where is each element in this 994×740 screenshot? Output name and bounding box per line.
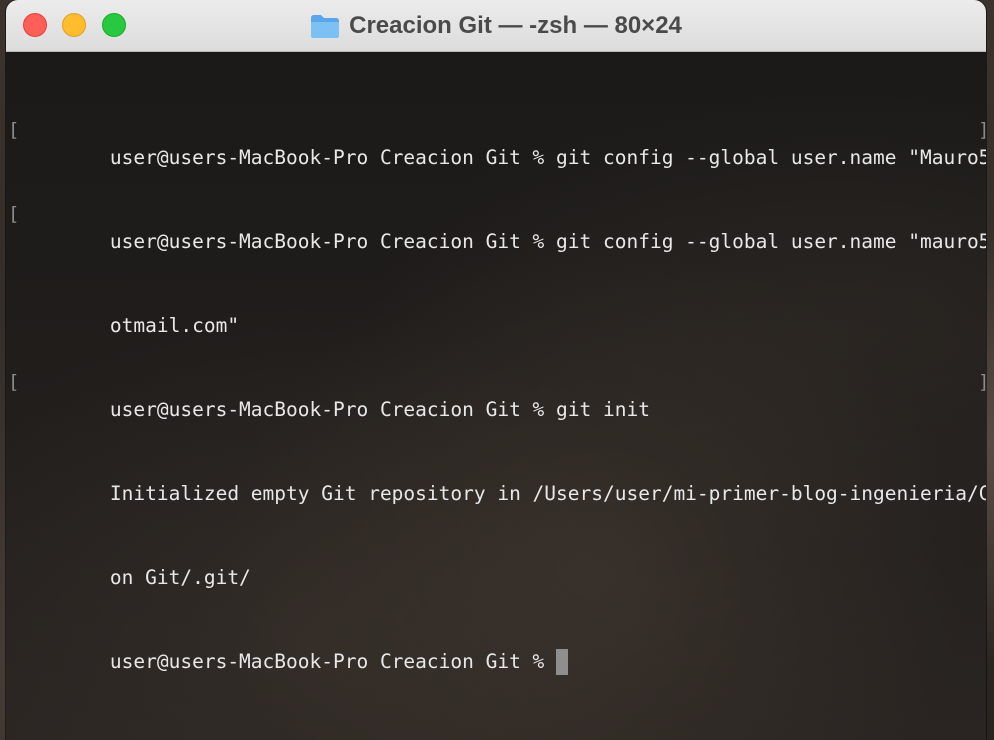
terminal-window: Creacion Git — -zsh — 80×24 [ user@users-… [6,0,986,740]
terminal-content-area[interactable]: [ user@users-MacBook-Pro Creacion Git % g… [6,52,986,740]
mark-bracket-icon: ] [978,368,986,396]
mark-bracket-icon: [ [8,203,20,225]
terminal-line: [ user@users-MacBook-Pro Creacion Git % g… [8,368,986,421]
output-text: on Git/.git/ [109,566,251,589]
command-text: user@users-MacBook-Pro Creacion Git % gi… [109,146,986,169]
terminal-prompt-line[interactable]: user@users-MacBook-Pro Creacion Git % [16,620,976,675]
mark-bracket-icon: [ [8,371,20,393]
command-text: otmail.com" [109,314,240,337]
title-bar[interactable]: Creacion Git — -zsh — 80×24 [6,0,986,52]
output-text: Initialized empty Git repository in /Use… [109,482,986,505]
window-title: Creacion Git — -zsh — 80×24 [349,12,682,39]
folder-icon [310,13,340,39]
terminal-line: on Git/.git/ [16,536,976,589]
terminal-output: [ user@users-MacBook-Pro Creacion Git % g… [8,60,986,704]
text-cursor [556,649,569,675]
mark-bracket-icon: ] [978,116,986,144]
terminal-line: Initialized empty Git repository in /Use… [16,452,986,505]
command-text: user@users-MacBook-Pro Creacion Git % gi… [109,230,986,253]
command-text: user@users-MacBook-Pro Creacion Git % gi… [109,398,650,421]
prompt-text: user@users-MacBook-Pro Creacion Git % [109,650,557,673]
window-title-area: Creacion Git — -zsh — 80×24 [6,0,986,52]
terminal-line: otmail.com" [16,284,976,337]
terminal-line: [ user@users-MacBook-Pro Creacion Git % g… [8,116,986,169]
terminal-line: [ user@users-MacBook-Pro Creacion Git % g… [8,200,986,253]
mark-bracket-icon: [ [8,119,20,141]
